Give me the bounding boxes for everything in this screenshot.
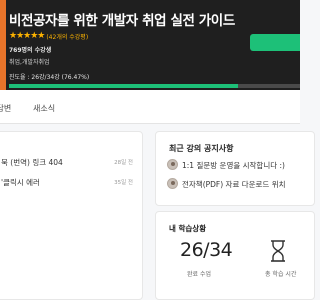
notice-card: 최근 강의 공지사항 1:1 질문방 운영을 시작합니다 :) 전자책(PDF)… [155,131,315,206]
course-tabs: ·답변 새소식 [0,90,300,124]
notice-item[interactable]: 1:1 질문방 운영을 시작합니다 :) [167,159,314,173]
progress-bar [9,84,300,88]
progress-label: 진도율 : 26강/34강 (76.47%) [9,74,90,81]
avatar [167,178,178,189]
question-date: 28일 전 [114,160,133,166]
course-header: 비전공자를 위한 개발자 취업 실전 가이드 ★★★★★ (42개의 수강평) … [0,0,300,90]
question-date: 35일 전 [114,180,133,186]
list-item[interactable]: 북 (번역) 링크 404 28일 전 [1,157,144,171]
question-list-card: 북 (번역) 링크 404 28일 전 '클릭시 에러 35일 전 [0,131,143,300]
completed-label: 완료 수업 [187,271,211,278]
course-tags[interactable]: 취업,개발자취업 [9,57,50,66]
learning-status-card: 내 학습상황 26/34 완료 수업 총 학습 시간 [155,211,315,300]
tab-qna[interactable]: ·답변 [0,103,11,114]
rating-stars-icon: ★★★★★ [9,31,45,41]
review-count[interactable]: (42개의 수강평) [46,32,88,41]
course-thumbnail [0,0,6,90]
total-time-label: 총 학습 시간 [265,271,297,278]
question-title[interactable]: 북 (번역) 링크 404 [1,157,63,168]
notice-item[interactable]: 전자책(PDF) 자료 다운로드 위치 [167,178,314,192]
progress-bar-fill [9,84,239,88]
hourglass-icon [271,240,285,262]
notice-heading: 최근 강의 공지사항 [169,144,234,153]
course-title: 비전공자를 위한 개발자 취업 실전 가이드 [9,13,235,29]
notice-title[interactable]: 전자책(PDF) 자료 다운로드 위치 [182,179,286,190]
completed-count: 26/34 [180,239,233,261]
tab-news[interactable]: 새소식 [33,103,55,114]
course-rating[interactable]: ★★★★★ (42개의 수강평) [9,31,88,41]
learning-status-heading: 내 학습상황 [169,224,207,233]
list-item[interactable]: '클릭시 에러 35일 전 [1,177,144,191]
student-count: 769명의 수강생 [9,47,52,54]
avatar [167,159,178,170]
question-title[interactable]: '클릭시 에러 [1,177,40,188]
notice-title[interactable]: 1:1 질문방 운영을 시작합니다 :) [182,160,285,171]
continue-learning-button[interactable] [250,34,300,51]
